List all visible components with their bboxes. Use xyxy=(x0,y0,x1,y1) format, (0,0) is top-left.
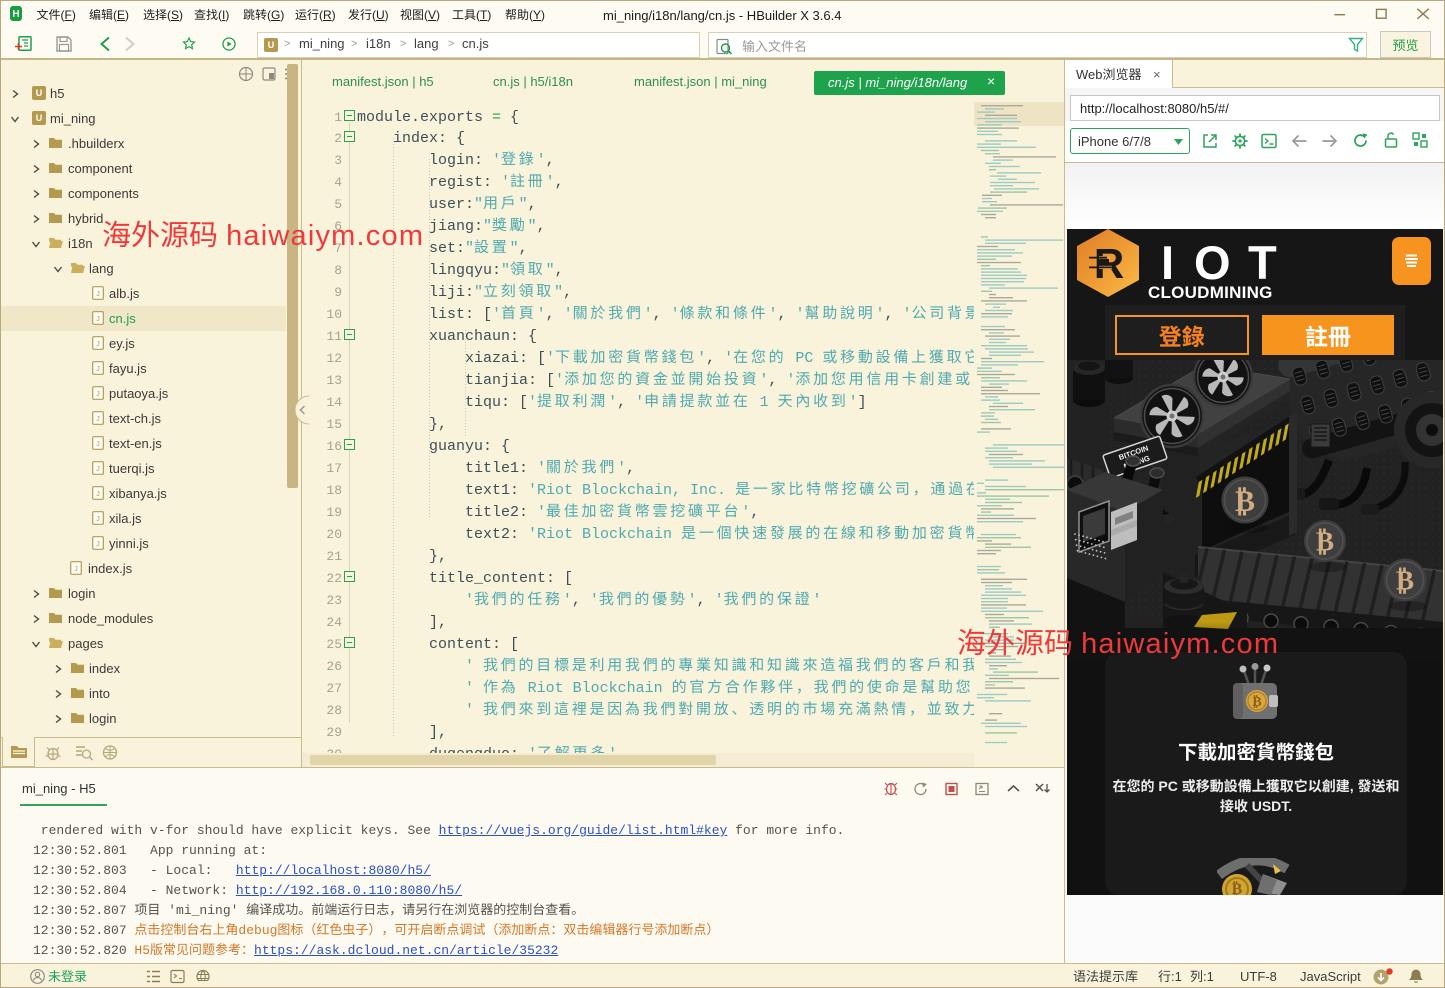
svg-text:J: J xyxy=(96,491,100,498)
svg-text:J: J xyxy=(74,566,78,573)
svg-text:J: J xyxy=(96,516,100,523)
svg-text:J: J xyxy=(96,466,100,473)
svg-text:J: J xyxy=(96,366,100,373)
svg-text:J: J xyxy=(96,316,100,323)
svg-text:J: J xyxy=(96,291,100,298)
svg-text:J: J xyxy=(96,341,100,348)
svg-text:J: J xyxy=(96,391,100,398)
svg-text:J: J xyxy=(96,441,100,448)
svg-text:₿: ₿ xyxy=(1252,694,1261,710)
svg-text:J: J xyxy=(96,416,100,423)
svg-text:J: J xyxy=(96,541,100,548)
svg-text:₿: ₿ xyxy=(1232,880,1243,895)
